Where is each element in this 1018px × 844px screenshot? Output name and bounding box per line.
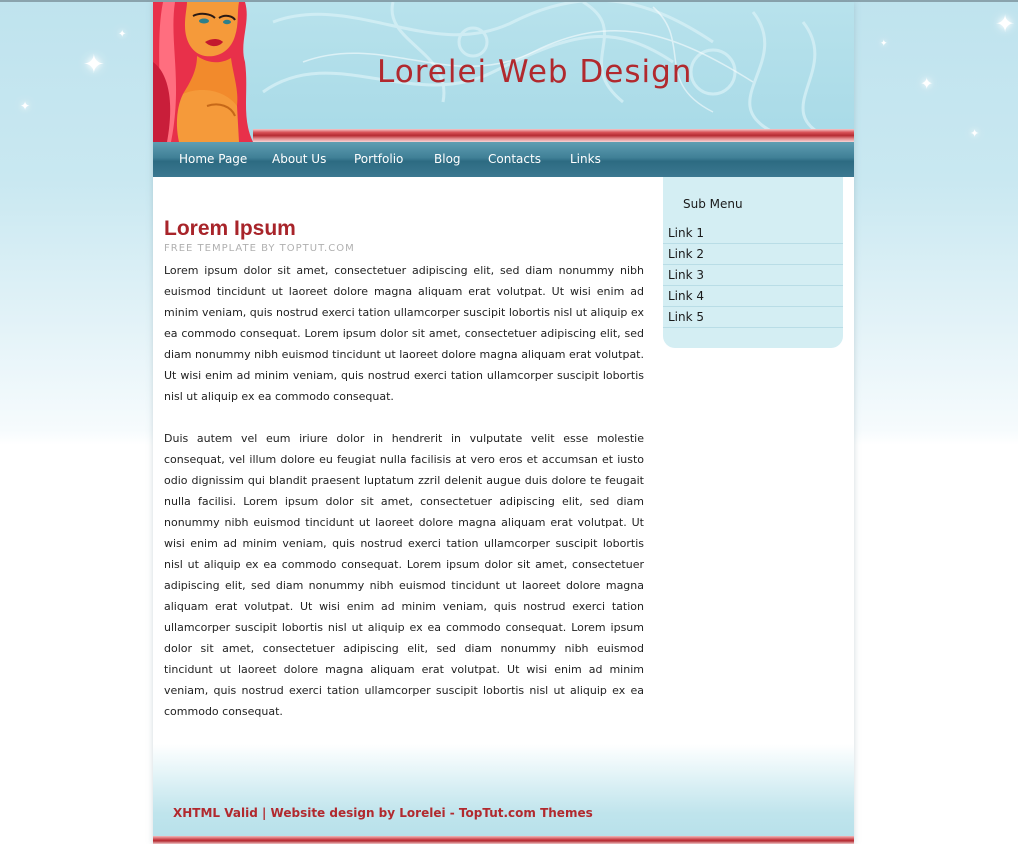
sidebar-submenu: Sub Menu Link 1 Link 2 Link 3 Link 4 Lin… bbox=[663, 177, 843, 348]
sparkle-icon: ✦ bbox=[880, 39, 888, 49]
sidebar-link-4[interactable]: Link 4 bbox=[663, 286, 843, 307]
site-title: Lorelei Web Design bbox=[377, 54, 693, 90]
sidebar-link-3[interactable]: Link 3 bbox=[663, 265, 843, 286]
sidebar-link-2[interactable]: Link 2 bbox=[663, 244, 843, 265]
sparkle-icon: ✦ bbox=[920, 74, 934, 93]
post-paragraph: Lorem ipsum dolor sit amet, consectetuer… bbox=[164, 264, 644, 403]
nav-about-us[interactable]: About Us bbox=[272, 152, 326, 166]
post-paragraph: Duis autem vel eum iriure dolor in hendr… bbox=[164, 432, 644, 718]
sparkle-icon: ✦ bbox=[118, 29, 127, 40]
nav-home-page[interactable]: Home Page bbox=[179, 152, 247, 166]
sidebar-link-list: Link 1 Link 2 Link 3 Link 4 Link 5 bbox=[663, 223, 843, 328]
woman-illustration-icon bbox=[153, 2, 253, 142]
page-background: ✦ ✦ ✦ ✦ ✦ ✦ ✦ Lorelei Web Design Home Pa… bbox=[0, 0, 1018, 844]
main-navigation: Home Page About Us Portfolio Blog Contac… bbox=[153, 142, 854, 177]
page-container: Lorelei Web Design Home Page About Us Po… bbox=[153, 2, 854, 844]
site-header: Lorelei Web Design bbox=[153, 2, 854, 142]
post-title: Lorem Ipsum bbox=[164, 217, 296, 240]
sidebar-title: Sub Menu bbox=[683, 197, 743, 211]
nav-blog[interactable]: Blog bbox=[434, 152, 461, 166]
sparkle-icon: ✦ bbox=[995, 10, 1016, 38]
nav-contacts[interactable]: Contacts bbox=[488, 152, 541, 166]
footer-stripe bbox=[153, 836, 854, 844]
footer-credits: XHTML Valid | Website design by Lorelei … bbox=[173, 806, 593, 820]
sidebar-link-5[interactable]: Link 5 bbox=[663, 307, 843, 328]
sparkle-icon: ✦ bbox=[83, 50, 105, 80]
site-footer: XHTML Valid | Website design by Lorelei … bbox=[153, 744, 854, 844]
sparkle-icon: ✦ bbox=[970, 127, 980, 140]
nav-links[interactable]: Links bbox=[570, 152, 601, 166]
main-content: Lorem Ipsum FREE TEMPLATE BY TOPTUT.COM … bbox=[164, 217, 644, 722]
sidebar-link-1[interactable]: Link 1 bbox=[663, 223, 843, 244]
post-byline: FREE TEMPLATE BY TOPTUT.COM bbox=[164, 243, 355, 254]
header-stripe bbox=[253, 129, 854, 142]
nav-portfolio[interactable]: Portfolio bbox=[354, 152, 403, 166]
sparkle-icon: ✦ bbox=[20, 99, 31, 113]
